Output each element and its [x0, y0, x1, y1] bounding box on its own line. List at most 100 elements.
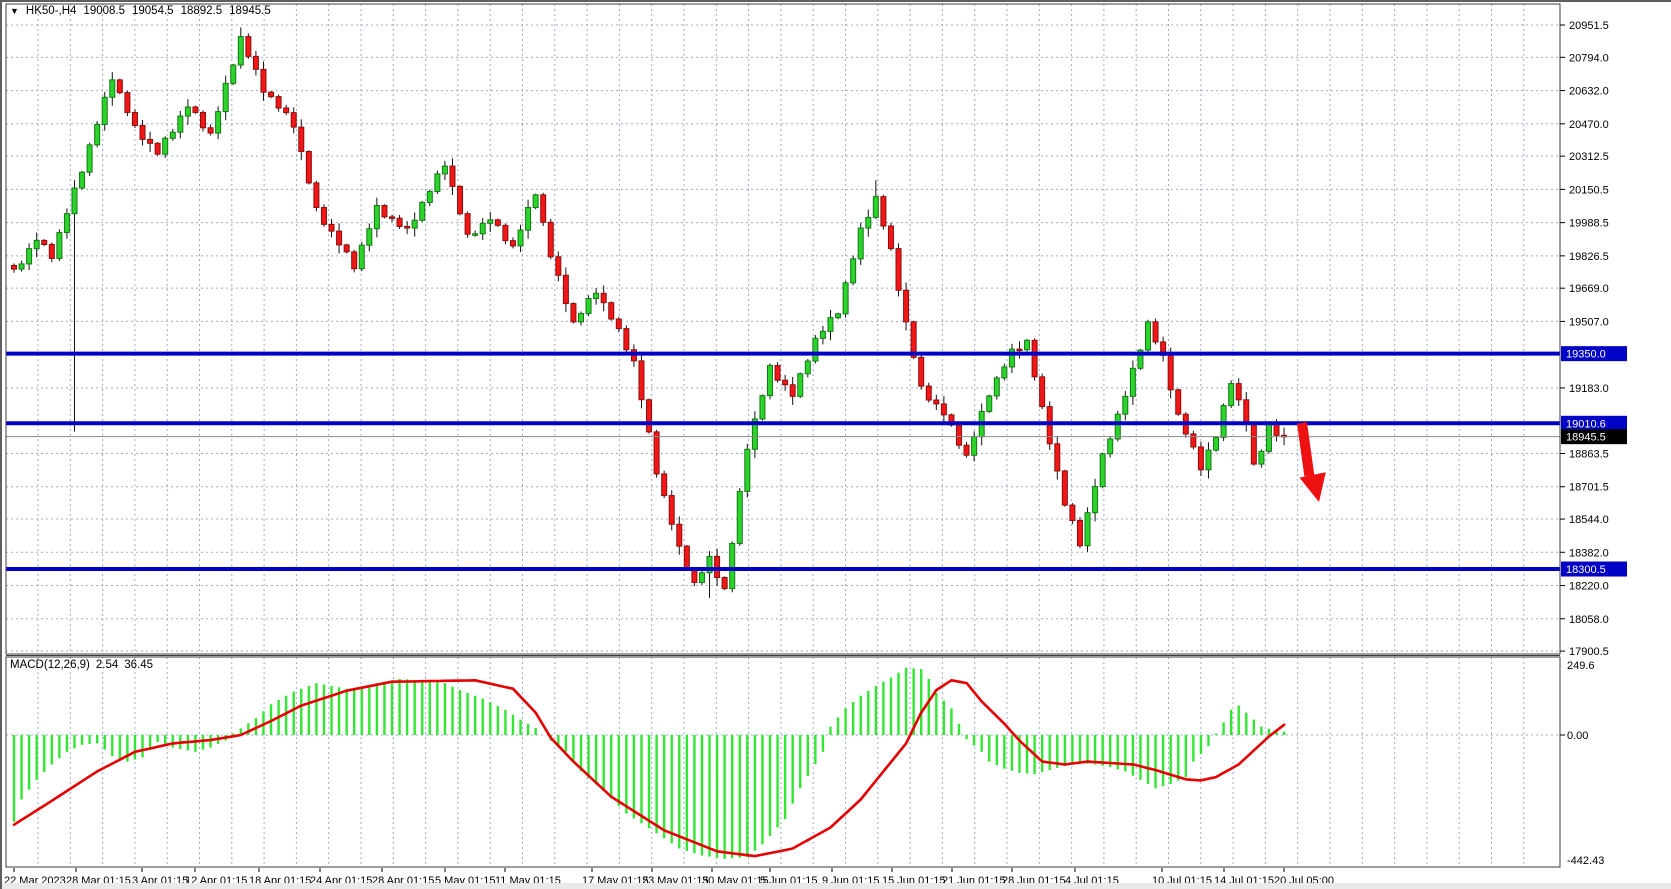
candle-bear [783, 380, 788, 385]
candle-bear [314, 183, 319, 208]
candle-bull [110, 80, 115, 97]
candle-bull [359, 245, 364, 268]
candle-bear [352, 252, 357, 269]
candle-bull [442, 166, 447, 174]
candle-bear [639, 361, 644, 400]
candle-bear [888, 226, 893, 249]
price-axis[interactable]: 20951.520794.020632.020470.020312.520150… [1560, 20, 1627, 658]
candle-bull [518, 230, 523, 246]
candle-bull [80, 172, 85, 188]
candle-bull [828, 318, 833, 332]
candle-bull [1123, 396, 1128, 414]
candle-bear [1191, 434, 1196, 447]
candle-bull [1115, 414, 1120, 439]
candle-bear [49, 244, 54, 258]
ohlc-low: 18892.5 [181, 5, 223, 17]
chart-canvas[interactable]: 20951.520794.020632.020470.020312.520150… [2, 2, 1671, 889]
candle-bull [412, 220, 417, 228]
candle-bear [321, 208, 326, 225]
price-tick-label: 18863.5 [1569, 448, 1609, 460]
arrow-shaft[interactable] [1302, 423, 1309, 476]
price-tick-label: 19507.0 [1569, 316, 1609, 328]
macd-axis-label: 249.6 [1567, 660, 1595, 672]
macd-axis[interactable]: 249.6 0.00 -442.43 [1560, 660, 1604, 867]
candle-bear [957, 425, 962, 445]
candle-bull [579, 314, 584, 322]
grid-layer [6, 4, 1560, 867]
candle-bull [1100, 454, 1105, 487]
arrow-head-icon[interactable] [1299, 472, 1325, 502]
arrow-annotation[interactable] [1299, 423, 1325, 502]
candle-bear [1168, 355, 1173, 389]
candle-bull [170, 132, 175, 138]
candle-bull [594, 293, 599, 298]
candle-bear [1032, 340, 1037, 377]
candle-bear [609, 303, 614, 319]
macd-axis-label: -442.43 [1567, 855, 1604, 867]
candle-bear [299, 127, 304, 151]
candle-bull [34, 240, 39, 248]
candle-bear [201, 112, 206, 127]
candle-bear [148, 139, 153, 143]
macd-histogram [14, 668, 1284, 859]
candle-bear [919, 357, 924, 386]
candle-bear [881, 197, 886, 226]
candle-bull [64, 214, 69, 233]
candle-bear [42, 240, 47, 244]
candle-bear [261, 69, 266, 92]
candle-bull [238, 37, 243, 65]
macd-indicator-label: MACD(12,26,9)2.5436.45 [10, 659, 159, 671]
candle-bear [284, 108, 289, 113]
candle-bear [450, 166, 455, 186]
candle-bear [1055, 444, 1060, 471]
candle-bear [1040, 377, 1045, 407]
candle-bear [382, 205, 387, 216]
candle-bull [420, 202, 425, 220]
candle-bull [57, 233, 62, 259]
candle-bear [1176, 390, 1181, 414]
candle-bull [231, 65, 236, 83]
candle-bull [1025, 340, 1030, 349]
candle-bull [435, 174, 440, 192]
candle-bear [132, 112, 137, 125]
candle-bear [405, 227, 410, 229]
candle-bear [503, 225, 508, 240]
candle-bull [178, 116, 183, 132]
candle-bull [1259, 451, 1264, 464]
price-tick-label: 18382.0 [1569, 547, 1609, 559]
candle-bear [117, 80, 122, 93]
price-tick-label: 19826.5 [1569, 251, 1609, 263]
candle-bull [760, 396, 765, 419]
candle-bear [790, 385, 795, 397]
price-tick-label: 19669.0 [1569, 283, 1609, 295]
candle-bull [586, 299, 591, 314]
candle-bear [125, 93, 130, 113]
symbol-dropdown-icon[interactable]: ▼ [10, 6, 19, 16]
candle-bull [367, 229, 372, 245]
candle-bear [541, 195, 546, 222]
candle-bull [27, 249, 32, 264]
ohlc-open: 19008.5 [83, 5, 125, 17]
candle-bull [1002, 367, 1007, 378]
candle-bull [836, 314, 841, 318]
candle-bull [813, 338, 818, 361]
candle-bear [669, 496, 674, 525]
candle-bear [155, 143, 160, 154]
macd-axis-label: 0.00 [1567, 730, 1588, 742]
candle-bear [692, 569, 697, 582]
ohlc-close: 18945.5 [229, 5, 271, 17]
candle-bear [465, 214, 470, 235]
price-tick-label: 18701.5 [1569, 482, 1609, 494]
candle-bear [510, 241, 515, 246]
candle-bull [19, 264, 24, 269]
hline-price-badge-label: 19010.6 [1566, 418, 1606, 430]
candle-bull [216, 112, 221, 133]
hline-objects[interactable] [6, 354, 1560, 569]
price-tick-label: 20312.5 [1569, 151, 1609, 163]
candle-bear [1017, 349, 1022, 351]
candle-bear [1236, 384, 1241, 400]
candle-bull [737, 491, 742, 543]
candle-bull [185, 107, 190, 116]
candle-bear [934, 400, 939, 404]
symbol-info-bar: ▼HK50-,H419008.519054.518892.518945.5 [10, 5, 278, 17]
